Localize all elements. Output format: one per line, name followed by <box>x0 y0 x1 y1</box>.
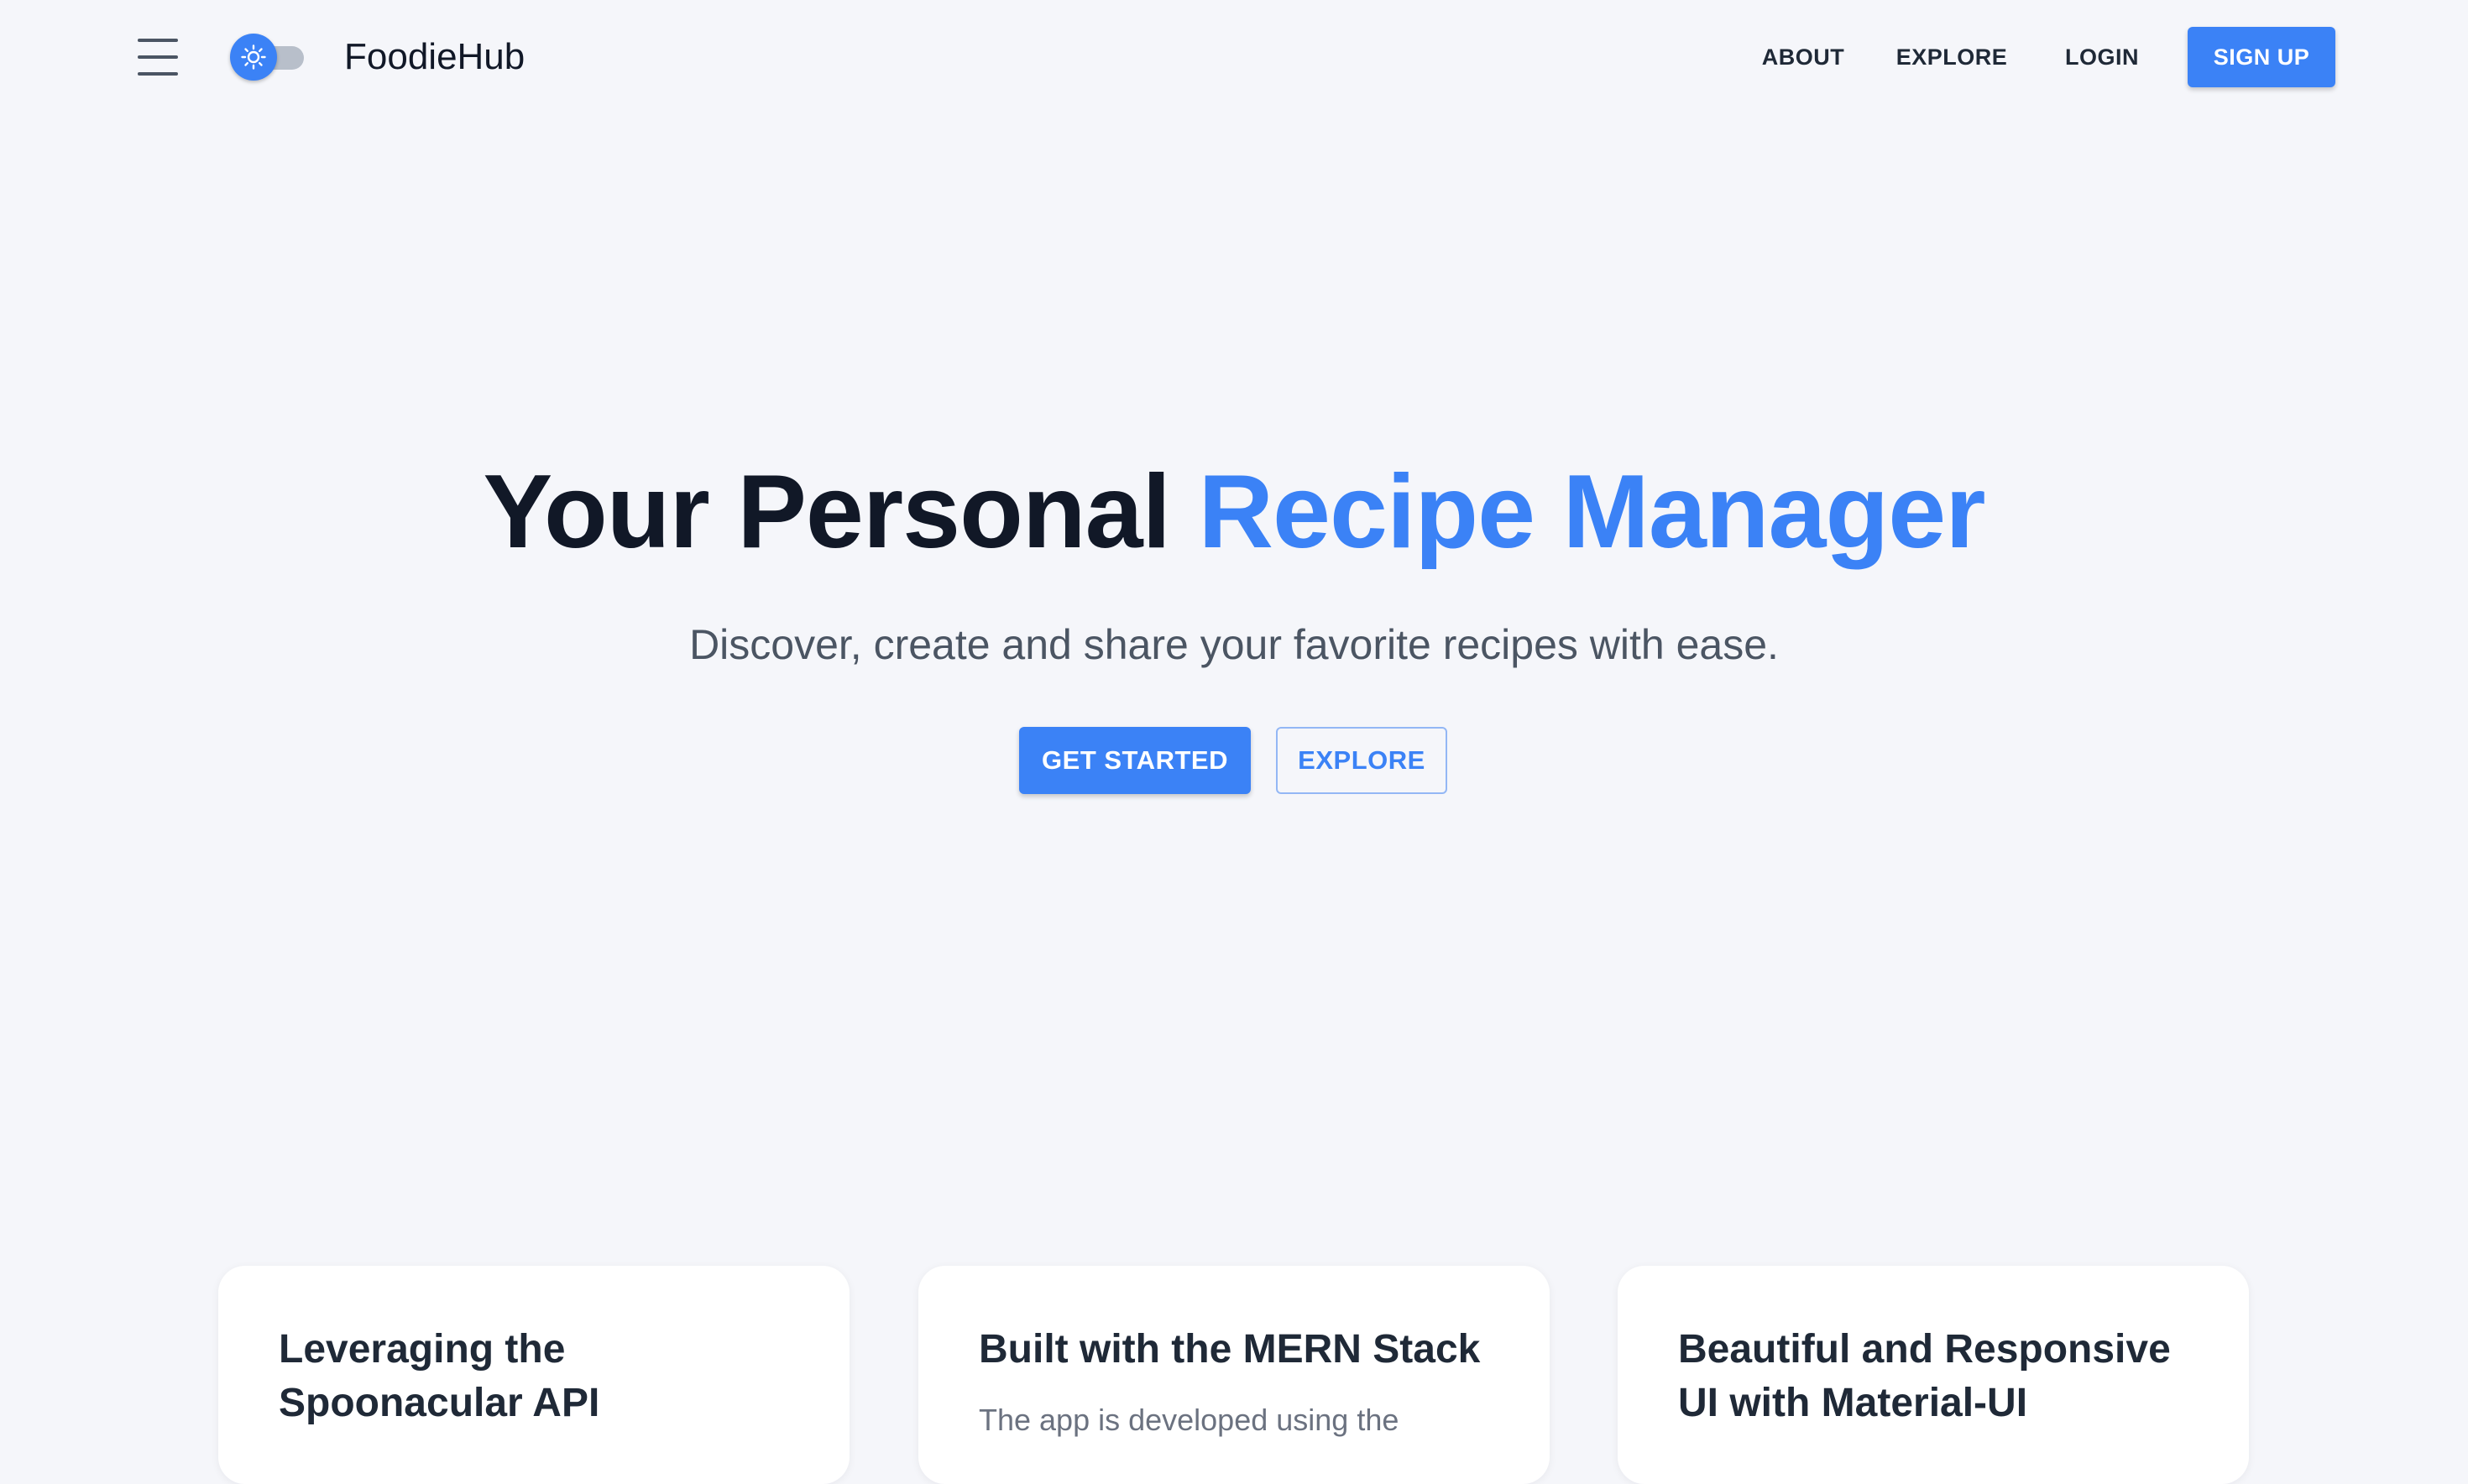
menu-icon[interactable] <box>134 35 181 79</box>
feature-card-title: Leveraging the Spoonacular API <box>279 1323 789 1430</box>
hero-title-accent: Recipe Manager <box>1198 454 1985 570</box>
feature-card-title-line: Built with the MERN Stack <box>979 1327 1481 1372</box>
hero-title-lead: Your Personal <box>483 454 1199 570</box>
feature-card: Leveraging the Spoonacular API <box>218 1266 850 1484</box>
hero-subtitle: Discover, create and share your favorite… <box>689 621 1779 668</box>
feature-card-title: Built with the MERN Stack <box>979 1323 1489 1377</box>
feature-card-title: Beautiful and Responsive UI with Materia… <box>1678 1323 2188 1430</box>
feature-card-title-line: Beautiful and Responsive <box>1678 1327 2171 1372</box>
hero-title: Your Personal Recipe Manager <box>0 445 2468 579</box>
feature-card: Built with the MERN Stack The app is dev… <box>918 1266 1550 1484</box>
explore-button[interactable]: EXPLORE <box>1276 727 1447 794</box>
signup-button[interactable]: SIGN UP <box>2188 27 2335 87</box>
feature-card-title-line: Spoonacular API <box>279 1381 600 1425</box>
brand-name[interactable]: FoodieHub <box>344 32 525 82</box>
nav-about-link[interactable]: ABOUT <box>1754 34 1852 81</box>
nav-explore-link[interactable]: EXPLORE <box>1889 34 2015 81</box>
theme-toggle-thumb <box>230 34 277 81</box>
nav-login-link[interactable]: LOGIN <box>2053 34 2151 81</box>
feature-card-title-line: UI with Material-UI <box>1678 1381 2028 1425</box>
top-app-bar: FoodieHub ABOUT EXPLORE LOGIN SIGN UP <box>0 0 2468 114</box>
get-started-button[interactable]: GET STARTED <box>1019 727 1251 794</box>
sun-icon <box>241 44 266 70</box>
theme-toggle-switch[interactable] <box>230 32 307 82</box>
feature-card: Beautiful and Responsive UI with Materia… <box>1618 1266 2249 1484</box>
feature-card-title-line: Leveraging the <box>279 1327 566 1372</box>
feature-card-description: The app is developed using the <box>979 1403 1399 1437</box>
